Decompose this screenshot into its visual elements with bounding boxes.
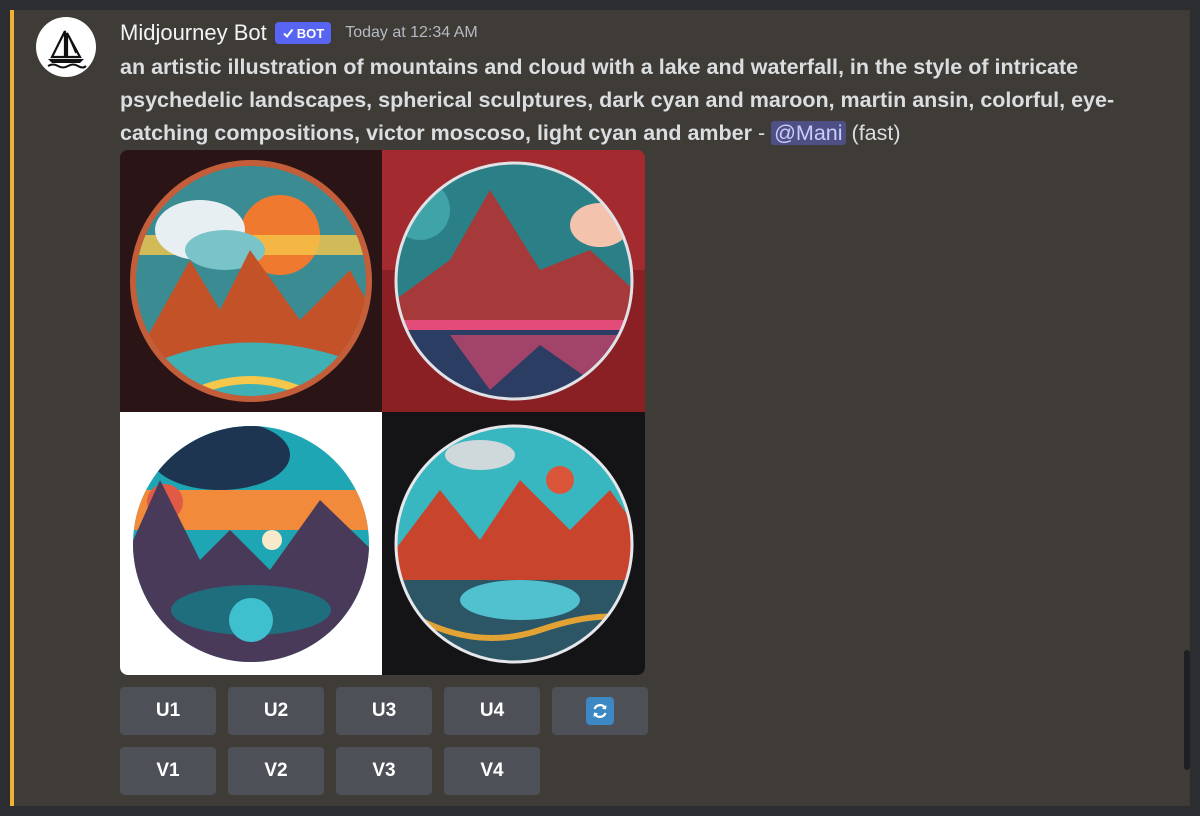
- bot-badge-label: BOT: [296, 25, 325, 41]
- refresh-icon: [586, 697, 614, 725]
- generated-image-1[interactable]: [120, 150, 382, 412]
- sailboat-icon: [47, 30, 87, 69]
- author-name[interactable]: Midjourney Bot: [120, 20, 267, 46]
- variation-2-button[interactable]: V2: [228, 747, 324, 795]
- prompt-text: an artistic illustration of mountains an…: [120, 55, 1115, 145]
- variation-1-button[interactable]: V1: [120, 747, 216, 795]
- upscale-3-button[interactable]: U3: [336, 687, 432, 735]
- generated-image-4[interactable]: [382, 412, 645, 675]
- message-header: Midjourney Bot BOT Today at 12:34 AM: [120, 18, 478, 48]
- reroll-button[interactable]: [552, 687, 648, 735]
- speed-label: (fast): [851, 121, 901, 145]
- image-grid[interactable]: [120, 150, 645, 675]
- upscale-1-button[interactable]: U1: [120, 687, 216, 735]
- variation-3-button[interactable]: V3: [336, 747, 432, 795]
- variation-4-button[interactable]: V4: [444, 747, 540, 795]
- upscale-2-button[interactable]: U2: [228, 687, 324, 735]
- upscale-4-button[interactable]: U4: [444, 687, 540, 735]
- prompt-separator: -: [752, 121, 772, 145]
- generated-image-3[interactable]: [120, 412, 382, 675]
- bot-badge: BOT: [274, 22, 332, 44]
- checkmark-icon: [283, 28, 294, 39]
- avatar[interactable]: [36, 17, 96, 77]
- message-content: an artistic illustration of mountains an…: [120, 51, 1140, 150]
- scrollbar[interactable]: [1184, 650, 1190, 770]
- message-timestamp: Today at 12:34 AM: [345, 24, 478, 41]
- user-mention[interactable]: @Mani: [771, 121, 846, 145]
- generated-image-2[interactable]: [382, 150, 645, 412]
